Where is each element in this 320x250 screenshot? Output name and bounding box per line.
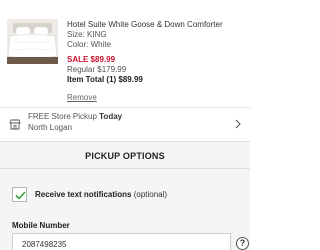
text-notifications-label: Receive text notifications (optional)	[35, 190, 167, 199]
comforter-image-icon	[7, 19, 58, 64]
pickup-store: North Logan	[28, 123, 73, 132]
item-size: Size: KING	[67, 30, 107, 39]
pickup-day: Today	[99, 112, 123, 121]
notif-optional: (optional)	[131, 190, 168, 199]
item-color: Color: White	[67, 40, 112, 49]
cart-item: Hotel Suite White Goose & Down Comforter…	[0, 0, 250, 107]
regular-price: Regular $179.99	[67, 65, 127, 74]
pickup-options-heading: PICKUP OPTIONS	[0, 151, 250, 169]
mobile-number-input[interactable]	[12, 233, 231, 250]
remove-link[interactable]: Remove	[67, 93, 97, 103]
pickup-options-section: PICKUP OPTIONS Receive text notification…	[0, 141, 250, 250]
item-details: Hotel Suite White Goose & Down Comforter…	[67, 20, 247, 103]
item-total: Item Total (1) $89.99	[67, 75, 143, 84]
store-pickup-row[interactable]: FREE Store Pickup Today North Logan	[0, 107, 250, 139]
help-icon[interactable]: ?	[236, 237, 249, 250]
mobile-number-label: Mobile Number	[12, 221, 70, 230]
store-icon	[9, 117, 21, 135]
item-title[interactable]: Hotel Suite White Goose & Down Comforter	[67, 20, 247, 30]
sale-price: SALE $89.99	[67, 55, 116, 64]
chevron-right-icon[interactable]	[235, 116, 241, 134]
text-notifications-checkbox[interactable]	[12, 187, 27, 202]
checkmark-icon	[15, 191, 26, 200]
notif-label: Receive text notifications	[35, 190, 132, 199]
product-image[interactable]	[7, 19, 58, 64]
pickup-info: FREE Store Pickup Today North Logan	[28, 111, 122, 133]
pickup-label: FREE Store Pickup	[28, 112, 100, 121]
